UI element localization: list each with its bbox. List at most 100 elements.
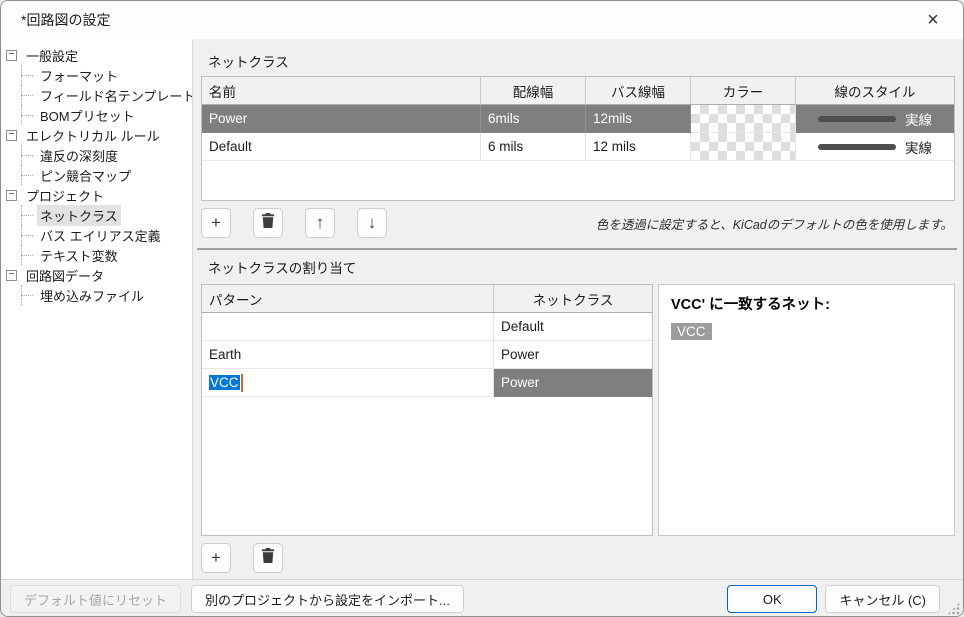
sidebar-item-label: 埋め込みファイル — [40, 288, 145, 304]
arrow-up-icon: ↑ — [315, 213, 325, 232]
transparent-color-hint: 色を透過に設定すると、KiCadのデフォルトの色を使用します。 — [595, 217, 953, 232]
sidebar-item[interactable]: − プロジェクト — [1, 185, 192, 205]
cancel-button[interactable]: キャンセル (C) — [825, 585, 940, 613]
sidebar-item-label: 一般設定 — [26, 48, 79, 64]
sidebar-item-label: エレクトリカル ルール — [26, 128, 160, 144]
column-header: バス線幅 — [586, 77, 691, 105]
sidebar-item[interactable]: BOMプリセット — [1, 105, 192, 125]
delete-netclass-button[interactable] — [253, 208, 283, 238]
window-title: *回路図の設定 — [21, 12, 111, 28]
sidebar-item[interactable]: − 回路図データ — [1, 265, 192, 285]
netclass-toolbar: + ↑ ↓ 色を透過に設定すると、KiCadのデフォルトの色を使用します。 — [201, 208, 953, 238]
sidebar-item-label: BOMプリセット — [40, 108, 135, 124]
wire-width-cell[interactable]: 6 mils — [481, 133, 586, 161]
trash-icon — [261, 213, 275, 233]
sidebar-item-label: フォーマット — [40, 68, 119, 84]
sidebar-item[interactable]: 違反の深刻度 — [1, 145, 192, 165]
sidebar-item[interactable]: ネットクラス — [1, 204, 192, 226]
netclass-page: ネットクラス 名前 配線幅 バス線幅 カラー 線のスタイル Power 6mils 12mil… — [193, 39, 963, 579]
dialog-footer: デフォルト値にリセット 別のプロジェクトから設定をインポート... OK キャン… — [1, 579, 963, 616]
column-header: 名前 — [202, 77, 481, 105]
sidebar-item-label: テキスト変数 — [40, 248, 118, 264]
sidebar-item-label: フィールド名テンプレート — [40, 88, 193, 104]
column-header: パターン — [202, 285, 494, 313]
collapse-icon[interactable]: − — [6, 189, 17, 201]
netclass-cell[interactable]: Default — [494, 313, 652, 341]
close-icon: × — [927, 9, 939, 31]
matching-nets-list: VCC — [671, 323, 942, 341]
sidebar-item[interactable]: テキスト変数 — [1, 245, 192, 265]
trash-icon — [261, 548, 275, 568]
line-style-label: 実線 — [905, 140, 932, 156]
import-settings-button[interactable]: 別のプロジェクトから設定をインポート... — [191, 585, 464, 613]
line-style-label: 実線 — [905, 112, 932, 128]
delete-assignment-button[interactable] — [253, 543, 283, 573]
sidebar-item[interactable]: − 一般設定 — [1, 45, 192, 65]
title-bar[interactable]: *回路図の設定 × — [1, 1, 963, 39]
assignment-table[interactable]: パターン ネットクラス Default Earth Power VCC Power — [201, 284, 653, 536]
move-up-button[interactable]: ↑ — [305, 208, 335, 238]
sidebar-item-label: ネットクラス — [37, 204, 121, 226]
sidebar-item-label: ピン競合マップ — [40, 168, 132, 184]
bus-width-cell[interactable]: 12 mils — [586, 133, 691, 161]
matching-nets-panel: VCC' に一致するネット: VCC — [658, 284, 955, 536]
sidebar-item[interactable]: − エレクトリカル ルール — [1, 125, 192, 145]
text-caret — [240, 373, 243, 392]
column-header: 配線幅 — [481, 77, 586, 105]
dialog-body: − 一般設定 フォーマット フィールド名テンプレート BOMプリセット − エレクトリカル … — [1, 39, 963, 579]
sidebar-item[interactable]: バス エイリアス定義 — [1, 225, 192, 245]
table-empty-area — [202, 161, 954, 189]
sidebar-item-label: 回路図データ — [26, 268, 105, 284]
move-down-button[interactable]: ↓ — [357, 208, 387, 238]
sidebar-item[interactable]: フィールド名テンプレート — [1, 85, 192, 105]
matching-net-item[interactable]: VCC — [671, 323, 712, 340]
table-empty-area — [202, 397, 652, 425]
netclass-section-title: ネットクラス — [208, 55, 289, 70]
settings-tree: − 一般設定 フォーマット フィールド名テンプレート BOMプリセット − エレクトリカル … — [1, 39, 193, 579]
column-header: ネットクラス — [494, 285, 652, 313]
reset-defaults-button[interactable]: デフォルト値にリセット — [10, 585, 182, 613]
add-assignment-button[interactable]: + — [201, 543, 231, 573]
resize-grip-icon[interactable] — [947, 602, 960, 615]
line-style-swatch — [818, 115, 896, 122]
arrow-down-icon: ↓ — [367, 213, 377, 232]
section-divider — [197, 248, 957, 250]
color-swatch-cell[interactable] — [691, 105, 796, 133]
pattern-edit-selection: VCC — [209, 375, 240, 390]
sidebar-item-label: バス エイリアス定義 — [40, 228, 161, 244]
pattern-cell[interactable]: VCC — [202, 369, 494, 397]
sidebar-item-label: プロジェクト — [26, 188, 105, 204]
line-style-swatch — [818, 143, 896, 150]
sidebar-item-label: 違反の深刻度 — [40, 148, 119, 164]
ok-button[interactable]: OK — [727, 585, 818, 613]
line-style-cell[interactable]: 実線 — [796, 133, 954, 161]
collapse-icon[interactable]: − — [6, 269, 17, 281]
sidebar-item[interactable]: 埋め込みファイル — [1, 285, 192, 305]
assignment-section-title: ネットクラスの割り当て — [208, 261, 357, 276]
collapse-icon[interactable]: − — [6, 49, 17, 61]
netclass-table[interactable]: 名前 配線幅 バス線幅 カラー 線のスタイル Power 6mils 12mils 実線 Defa… — [201, 76, 955, 201]
pattern-cell[interactable] — [202, 313, 494, 341]
plus-icon: + — [211, 548, 221, 567]
column-header: カラー — [691, 77, 796, 105]
netclass-name-cell[interactable]: Power — [202, 105, 481, 133]
assignment-area: パターン ネットクラス Default Earth Power VCC Power VCC'… — [201, 284, 963, 536]
color-swatch-cell[interactable] — [691, 133, 796, 161]
sidebar-item[interactable]: フォーマット — [1, 65, 192, 85]
pattern-cell[interactable]: Earth — [202, 341, 494, 369]
netclass-cell[interactable]: Power — [494, 341, 652, 369]
wire-width-cell[interactable]: 6mils — [481, 105, 586, 133]
line-style-cell[interactable]: 実線 — [796, 105, 954, 133]
plus-icon: + — [211, 213, 221, 232]
sidebar-item[interactable]: ピン競合マップ — [1, 165, 192, 185]
close-button[interactable]: × — [919, 8, 947, 32]
netclass-name-cell[interactable]: Default — [202, 133, 481, 161]
bus-width-cell[interactable]: 12mils — [586, 105, 691, 133]
schematic-setup-dialog: *回路図の設定 × − 一般設定 フォーマット フィールド名テンプレート BOMプリセッ… — [0, 0, 964, 617]
column-header: 線のスタイル — [796, 77, 954, 105]
assignment-toolbar: + — [201, 543, 953, 573]
add-netclass-button[interactable]: + — [201, 208, 231, 238]
matching-nets-title: VCC' に一致するネット: — [671, 297, 830, 313]
collapse-icon[interactable]: − — [6, 129, 17, 141]
netclass-cell[interactable]: Power — [494, 369, 652, 397]
